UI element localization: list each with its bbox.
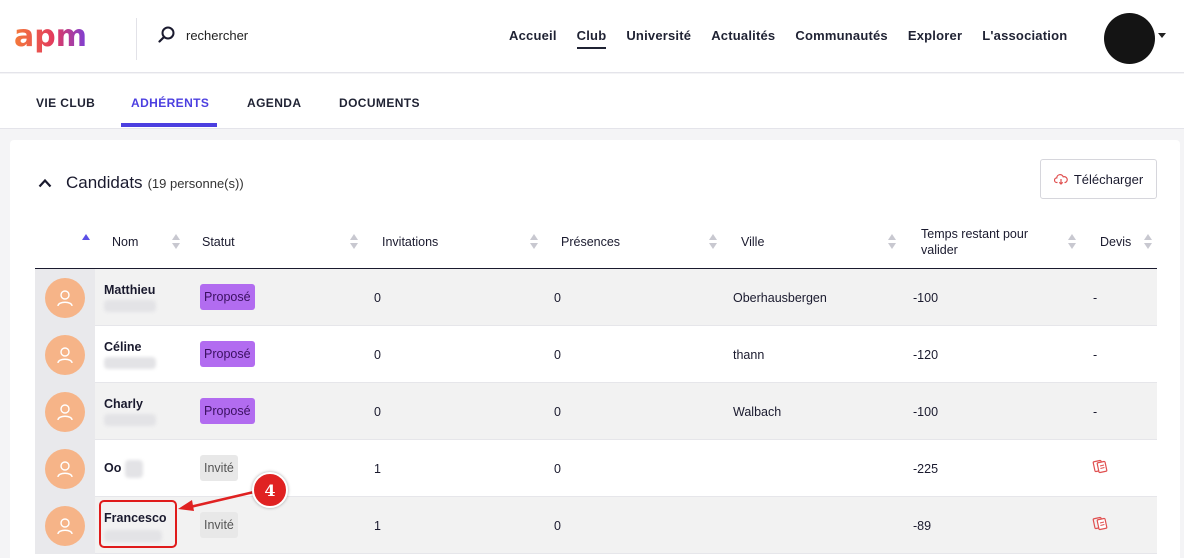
- city-cell: Oberhausbergen: [733, 291, 827, 305]
- invitations-cell: 0: [374, 348, 381, 362]
- user-avatar[interactable]: [1104, 13, 1155, 64]
- city-cell: Walbach: [733, 405, 782, 419]
- sort-icon[interactable]: [172, 234, 180, 250]
- sort-icon[interactable]: [709, 234, 717, 250]
- devis-cell: -: [1093, 348, 1098, 362]
- highlight-box: [99, 500, 177, 548]
- column-header-nom[interactable]: Nom: [112, 215, 138, 268]
- tab-documents[interactable]: DOCUMENTS: [339, 96, 420, 110]
- sort-icon[interactable]: [1068, 234, 1076, 250]
- sort-icon[interactable]: [1144, 234, 1152, 250]
- logo-text: apm: [14, 22, 87, 54]
- table-row[interactable]: Céline Proposé 0 0 thann -120 -: [35, 326, 1157, 383]
- nav-association[interactable]: L'association: [982, 28, 1067, 43]
- download-label: Télécharger: [1073, 171, 1144, 187]
- devis-cell: -: [1093, 291, 1098, 305]
- status-badge: Proposé: [200, 284, 255, 310]
- remaining-time-cell: -100: [913, 405, 939, 419]
- download-button[interactable]: Télécharger: [1040, 159, 1157, 199]
- status-badge: Proposé: [200, 398, 255, 424]
- step-marker: 4: [252, 472, 288, 508]
- user-icon: [57, 461, 73, 478]
- nav-club[interactable]: Club: [576, 28, 607, 49]
- column-header-temps-restant[interactable]: Temps restant pour valider: [921, 215, 1061, 268]
- remaining-time-cell: -89: [913, 519, 932, 533]
- tab-agenda[interactable]: AGENDA: [247, 96, 301, 110]
- user-icon: [57, 404, 73, 421]
- cloud-download-icon: [1053, 174, 1068, 185]
- table-row[interactable]: Charly Proposé 0 0 Walbach -100 -: [35, 383, 1157, 440]
- presences-cell: 0: [554, 462, 561, 476]
- member-name[interactable]: Charly: [104, 397, 143, 411]
- devis-cell: -: [1093, 405, 1098, 419]
- sort-icon[interactable]: [350, 234, 358, 250]
- redacted-surname: [104, 414, 156, 426]
- invitations-cell: 1: [374, 462, 381, 476]
- member-name[interactable]: Céline: [104, 340, 142, 354]
- document-icon[interactable]: [1092, 515, 1108, 531]
- column-header-invitations[interactable]: Invitations: [382, 215, 438, 268]
- avatar: [45, 278, 85, 318]
- nav-explorer[interactable]: Explorer: [908, 28, 962, 43]
- presences-cell: 0: [554, 291, 561, 305]
- status-badge: Invité: [200, 455, 238, 481]
- section-count: (19 personne(s)): [147, 176, 244, 191]
- redacted-surname: [104, 300, 156, 312]
- invitations-cell: 0: [374, 291, 381, 305]
- invitations-cell: 1: [374, 519, 381, 533]
- user-icon: [57, 347, 73, 364]
- apm-logo[interactable]: apm: [14, 22, 110, 56]
- sort-icon[interactable]: [82, 234, 90, 250]
- invitations-cell: 0: [374, 405, 381, 419]
- avatar: [45, 449, 85, 489]
- document-icon[interactable]: [1092, 458, 1108, 474]
- search-bar: [158, 24, 386, 46]
- sort-icon[interactable]: [888, 234, 896, 250]
- city-cell: thann: [733, 348, 765, 362]
- nav-accueil[interactable]: Accueil: [509, 28, 557, 43]
- redacted-surname: [125, 460, 143, 478]
- search-input[interactable]: [186, 27, 386, 43]
- tab-adherents[interactable]: ADHÉRENTS: [131, 96, 209, 110]
- table-row[interactable]: Matthieu Proposé 0 0 Oberhausbergen -100…: [35, 269, 1157, 326]
- nav-communautes[interactable]: Communautés: [795, 28, 888, 43]
- divider: [136, 18, 137, 60]
- avatar: [45, 506, 85, 546]
- remaining-time-cell: -225: [913, 462, 939, 476]
- column-header-presences[interactable]: Présences: [561, 215, 620, 268]
- presences-cell: 0: [554, 405, 561, 419]
- presences-cell: 0: [554, 519, 561, 533]
- nav-actualites[interactable]: Actualités: [711, 28, 775, 43]
- redacted-surname: [104, 357, 156, 369]
- avatar: [45, 392, 85, 432]
- nav-universite[interactable]: Université: [626, 28, 691, 43]
- user-icon: [57, 518, 73, 535]
- active-tab-indicator: [121, 123, 217, 127]
- column-header-ville[interactable]: Ville: [741, 215, 764, 268]
- member-name[interactable]: Matthieu: [104, 283, 155, 297]
- avatar: [45, 335, 85, 375]
- tab-vie-club[interactable]: VIE CLUB: [36, 96, 95, 110]
- arrow-icon: [178, 490, 255, 511]
- status-badge: Invité: [200, 512, 238, 538]
- chevron-down-icon[interactable]: [1158, 33, 1166, 38]
- top-bar: apm Accueil Club Université Actualités C…: [0, 0, 1184, 73]
- sort-icon[interactable]: [530, 234, 538, 250]
- column-header-devis[interactable]: Devis: [1100, 215, 1131, 268]
- chevron-up-icon[interactable]: [38, 178, 52, 188]
- club-tabs: VIE CLUB ADHÉRENTS AGENDA DOCUMENTS: [0, 74, 1184, 129]
- main-nav: Accueil Club Université Actualités Commu…: [509, 28, 1087, 49]
- presences-cell: 0: [554, 348, 561, 362]
- table-header: Nom Statut Invitations Présences Ville T…: [35, 215, 1157, 269]
- remaining-time-cell: -100: [913, 291, 939, 305]
- member-name[interactable]: Oo: [104, 461, 121, 475]
- search-icon[interactable]: [158, 26, 176, 44]
- column-header-statut[interactable]: Statut: [202, 215, 235, 268]
- status-badge: Proposé: [200, 341, 255, 367]
- remaining-time-cell: -120: [913, 348, 939, 362]
- section-header[interactable]: Candidats (19 personne(s)): [38, 173, 244, 193]
- user-icon: [57, 290, 73, 307]
- section-title: Candidats: [66, 173, 143, 192]
